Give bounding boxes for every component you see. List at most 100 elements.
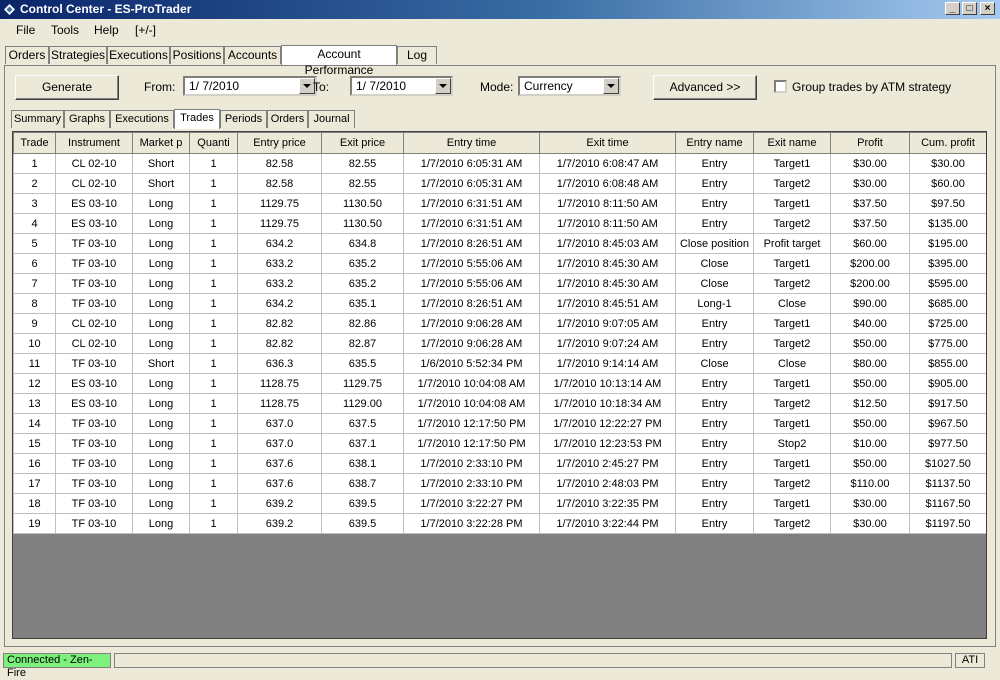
cell-trade: 17 bbox=[13, 473, 56, 494]
maximize-button[interactable]: □ bbox=[962, 2, 977, 15]
cell-quantity: 1 bbox=[189, 493, 238, 514]
table-row[interactable]: 17 TF 03-10 Long 1 637.6 638.7 1/7/2010 2:33:1… bbox=[13, 473, 986, 494]
table-row[interactable]: 4 ES 03-10 Long 1 1129.75 1130.50 1/7/2010 6:3… bbox=[13, 213, 986, 234]
tab-strategies[interactable]: Strategies bbox=[49, 46, 107, 64]
table-row[interactable]: 16 TF 03-10 Long 1 637.6 638.1 1/7/2010 2:33:1… bbox=[13, 453, 986, 474]
menu-help[interactable]: Help bbox=[94, 23, 119, 37]
table-row[interactable]: 18 TF 03-10 Long 1 639.2 639.5 1/7/2010 3:22:2… bbox=[13, 493, 986, 514]
tab-account-performance[interactable]: Account Performance bbox=[281, 45, 397, 77]
from-date-picker[interactable]: 1/ 7/2010 bbox=[183, 76, 317, 96]
close-button[interactable]: × bbox=[980, 2, 995, 15]
cell-trade: 11 bbox=[13, 353, 56, 374]
cell-entry-price: 634.2 bbox=[237, 233, 322, 254]
col-header-entry-price[interactable]: Entry price bbox=[237, 132, 322, 154]
cell-profit: $50.00 bbox=[830, 373, 910, 394]
col-header-cum-profit[interactable]: Cum. profit bbox=[909, 132, 986, 154]
tab-accounts[interactable]: Accounts bbox=[224, 46, 281, 64]
menu-tools[interactable]: Tools bbox=[51, 23, 79, 37]
cell-exit-time: 1/7/2010 8:11:50 AM bbox=[539, 213, 676, 234]
menu-expand-toggle[interactable]: [+/-] bbox=[135, 23, 156, 37]
table-row[interactable]: 14 TF 03-10 Long 1 637.0 637.5 1/7/2010 12:17:… bbox=[13, 413, 986, 434]
col-header-quantity[interactable]: Quanti bbox=[189, 132, 238, 154]
subtab-graphs[interactable]: Graphs bbox=[64, 110, 110, 128]
mode-dropdown-arrow-icon[interactable] bbox=[603, 78, 619, 94]
cell-entry-name: Entry bbox=[675, 493, 754, 514]
cell-market-position: Long bbox=[132, 473, 190, 494]
col-header-profit[interactable]: Profit bbox=[830, 132, 910, 154]
cell-cum-profit: $195.00 bbox=[909, 233, 986, 254]
subtab-executions[interactable]: Executions bbox=[110, 110, 174, 128]
cell-exit-price: 639.5 bbox=[321, 493, 404, 514]
subtab-summary[interactable]: Summary bbox=[11, 110, 64, 128]
to-dropdown-arrow-icon[interactable] bbox=[435, 78, 451, 94]
tab-executions[interactable]: Executions bbox=[107, 46, 170, 64]
generate-button[interactable]: Generate bbox=[15, 75, 119, 100]
cell-exit-time: 1/7/2010 10:18:34 AM bbox=[539, 393, 676, 414]
table-row[interactable]: 19 TF 03-10 Long 1 639.2 639.5 1/7/2010 3:22:2… bbox=[13, 513, 986, 534]
cell-quantity: 1 bbox=[189, 193, 238, 214]
cell-exit-price: 635.5 bbox=[321, 353, 404, 374]
cell-quantity: 1 bbox=[189, 373, 238, 394]
table-row[interactable]: 13 ES 03-10 Long 1 1128.75 1129.00 1/7/2010 10… bbox=[13, 393, 986, 414]
cell-trade: 7 bbox=[13, 273, 56, 294]
cell-trade: 1 bbox=[13, 153, 56, 174]
tab-log[interactable]: Log bbox=[397, 46, 437, 64]
col-header-entry-time[interactable]: Entry time bbox=[403, 132, 540, 154]
cell-market-position: Long bbox=[132, 513, 190, 534]
cell-entry-time: 1/7/2010 6:05:31 AM bbox=[403, 153, 540, 174]
table-row[interactable]: 9 CL 02-10 Long 1 82.82 82.86 1/7/2010 9:06:28… bbox=[13, 313, 986, 334]
col-header-exit-name[interactable]: Exit name bbox=[753, 132, 831, 154]
table-row[interactable]: 7 TF 03-10 Long 1 633.2 635.2 1/7/2010 5:55:06… bbox=[13, 273, 986, 294]
table-row[interactable]: 3 ES 03-10 Long 1 1129.75 1130.50 1/7/2010 6:3… bbox=[13, 193, 986, 214]
cell-exit-name: Target2 bbox=[753, 273, 831, 294]
menu-file[interactable]: File bbox=[16, 23, 35, 37]
cell-instrument: CL 02-10 bbox=[55, 333, 133, 354]
col-header-exit-time[interactable]: Exit time bbox=[539, 132, 676, 154]
table-row[interactable]: 5 TF 03-10 Long 1 634.2 634.8 1/7/2010 8:26:51… bbox=[13, 233, 986, 254]
col-header-trade[interactable]: Trade bbox=[13, 132, 56, 154]
subtab-trades[interactable]: Trades bbox=[174, 109, 220, 129]
cell-exit-name: Target1 bbox=[753, 453, 831, 474]
group-trades-checkbox[interactable] bbox=[774, 80, 787, 93]
cell-exit-name: Target1 bbox=[753, 253, 831, 274]
tab-orders[interactable]: Orders bbox=[5, 46, 49, 64]
table-row[interactable]: 11 TF 03-10 Short 1 636.3 635.5 1/6/2010 5:52:… bbox=[13, 353, 986, 374]
to-date-picker[interactable]: 1/ 7/2010 bbox=[350, 76, 453, 96]
col-header-market-position[interactable]: Market p bbox=[132, 132, 190, 154]
col-header-exit-price[interactable]: Exit price bbox=[321, 132, 404, 154]
cell-cum-profit: $1027.50 bbox=[909, 453, 986, 474]
cell-exit-time: 1/7/2010 10:13:14 AM bbox=[539, 373, 676, 394]
subtab-orders[interactable]: Orders bbox=[267, 110, 308, 128]
cell-market-position: Long bbox=[132, 253, 190, 274]
table-row[interactable]: 12 ES 03-10 Long 1 1128.75 1129.75 1/7/2010 10… bbox=[13, 373, 986, 394]
cell-exit-name: Target1 bbox=[753, 193, 831, 214]
cell-market-position: Long bbox=[132, 393, 190, 414]
cell-profit: $30.00 bbox=[830, 513, 910, 534]
cell-entry-time: 1/7/2010 2:33:10 PM bbox=[403, 453, 540, 474]
table-row[interactable]: 1 CL 02-10 Short 1 82.58 82.55 1/7/2010 6:05:3… bbox=[13, 153, 986, 174]
mode-select[interactable]: Currency bbox=[518, 76, 621, 96]
col-header-entry-name[interactable]: Entry name bbox=[675, 132, 754, 154]
table-row[interactable]: 10 CL 02-10 Long 1 82.82 82.87 1/7/2010 9:06:2… bbox=[13, 333, 986, 354]
cell-profit: $10.00 bbox=[830, 433, 910, 454]
trades-grid[interactable]: Trade Instrument Market p Quanti Entry p… bbox=[12, 131, 987, 639]
subtab-journal[interactable]: Journal bbox=[308, 110, 355, 128]
col-header-instrument[interactable]: Instrument bbox=[55, 132, 133, 154]
tab-positions[interactable]: Positions bbox=[170, 46, 224, 64]
table-row[interactable]: 8 TF 03-10 Long 1 634.2 635.1 1/7/2010 8:26:51… bbox=[13, 293, 986, 314]
minimize-button[interactable]: _ bbox=[945, 2, 960, 15]
table-row[interactable]: 2 CL 02-10 Short 1 82.58 82.55 1/7/2010 6:05:3… bbox=[13, 173, 986, 194]
ati-status: ATI bbox=[955, 653, 985, 668]
cell-entry-time: 1/7/2010 9:06:28 AM bbox=[403, 333, 540, 354]
table-row[interactable]: 15 TF 03-10 Long 1 637.0 637.1 1/7/2010 12:17:… bbox=[13, 433, 986, 454]
cell-trade: 2 bbox=[13, 173, 56, 194]
advanced-button[interactable]: Advanced >> bbox=[653, 75, 757, 100]
cell-quantity: 1 bbox=[189, 433, 238, 454]
cell-exit-price: 638.7 bbox=[321, 473, 404, 494]
subtab-periods[interactable]: Periods bbox=[220, 110, 267, 128]
table-row[interactable]: 6 TF 03-10 Long 1 633.2 635.2 1/7/2010 5:55:06… bbox=[13, 253, 986, 274]
cell-trade: 10 bbox=[13, 333, 56, 354]
cell-exit-price: 1130.50 bbox=[321, 193, 404, 214]
cell-cum-profit: $97.50 bbox=[909, 193, 986, 214]
cell-entry-time: 1/7/2010 10:04:08 AM bbox=[403, 393, 540, 414]
